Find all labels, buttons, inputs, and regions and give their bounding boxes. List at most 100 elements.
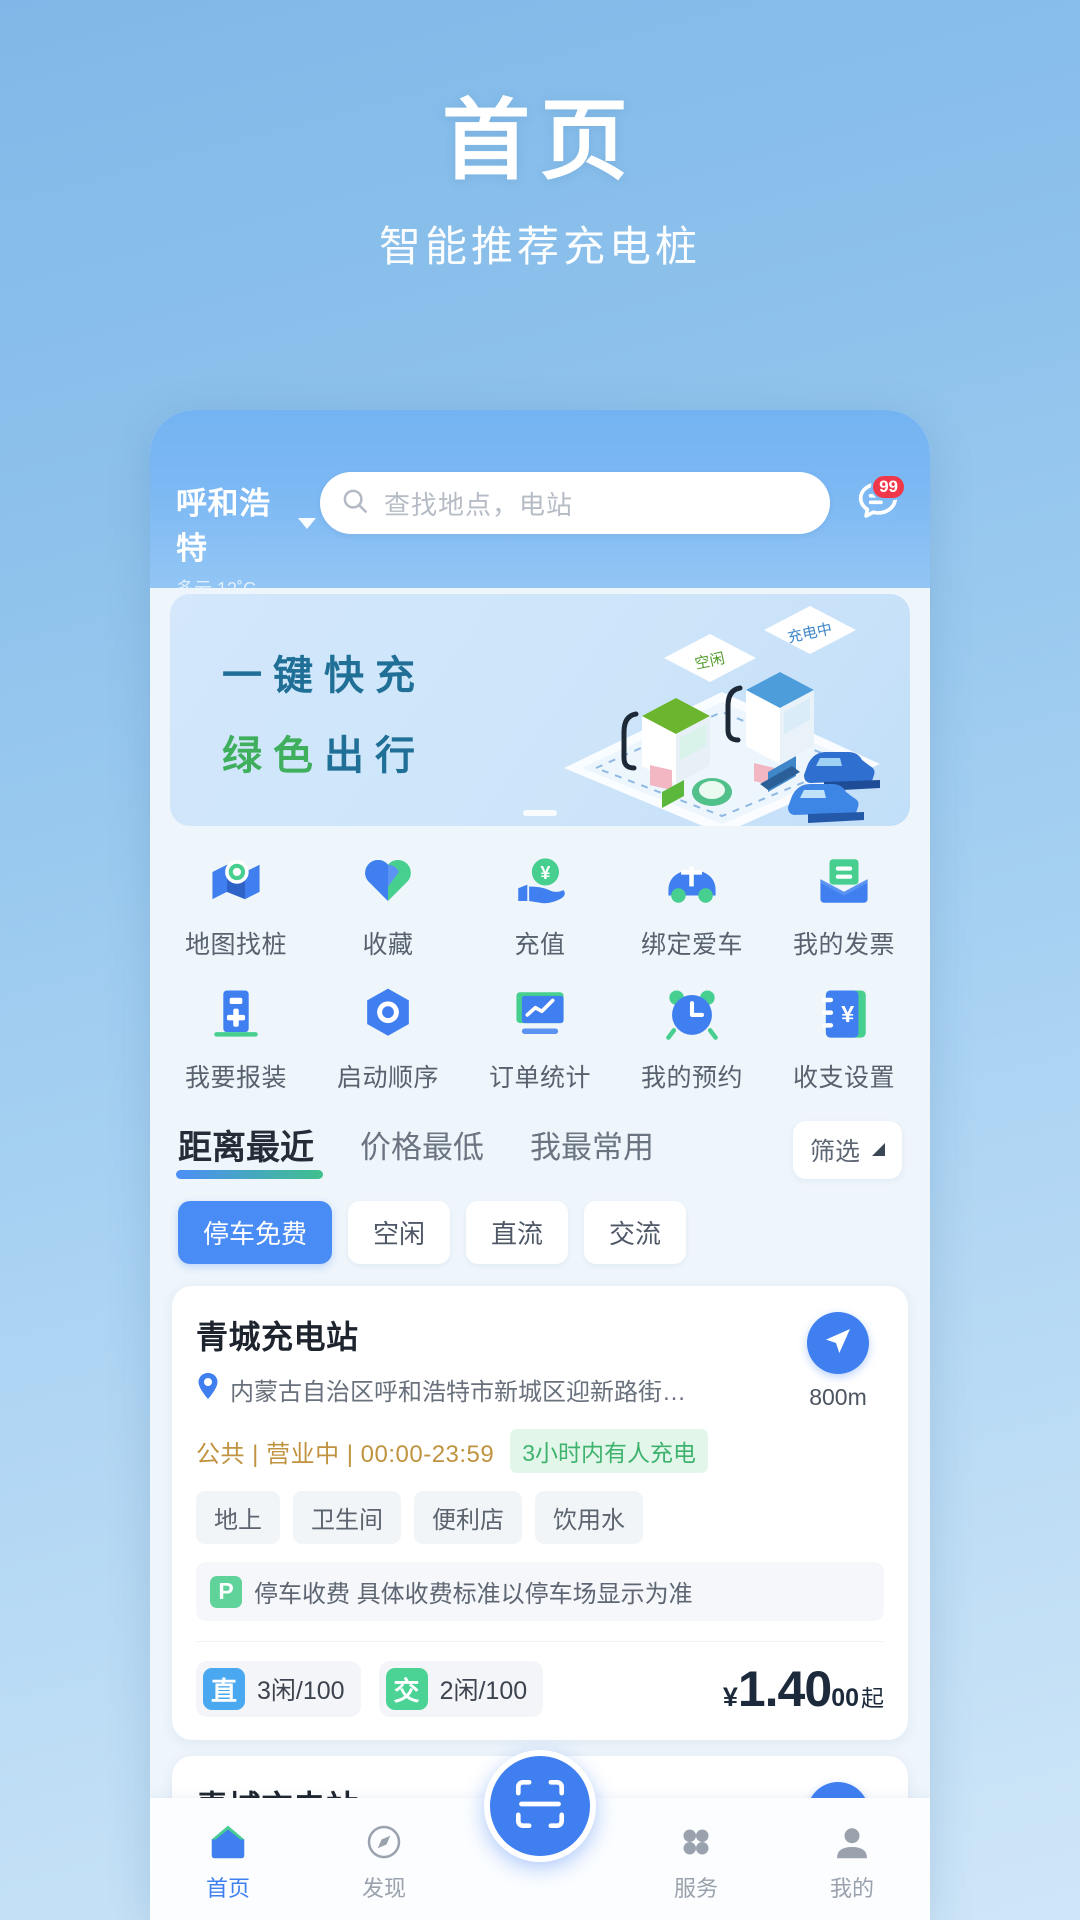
station-amenity-tags: 地上 卫生间 便利店 饮用水 [196, 1491, 884, 1544]
tab-cheapest[interactable]: 价格最低 [360, 1122, 484, 1177]
quick-action-label: 我的预约 [640, 1064, 743, 1092]
quick-action-my-reservation[interactable]: 我的预约 [616, 975, 768, 1098]
price-decimals: 00 [831, 1684, 859, 1712]
price-value: 1.40 [737, 1661, 832, 1717]
compass-icon [364, 1820, 404, 1864]
amenity-tag: 饮用水 [535, 1491, 643, 1544]
city-name: 呼和浩特 [176, 486, 271, 566]
map-pin-icon [205, 850, 267, 912]
hero-line-1: 一键快充 [222, 654, 426, 698]
recent-activity-badge: 3小时内有人充电 [510, 1429, 709, 1473]
parking-icon: P [210, 1575, 242, 1608]
car-icon [661, 850, 723, 912]
chip-idle[interactable]: 空闲 [348, 1201, 451, 1264]
quick-action-favorites[interactable]: 收藏 [312, 842, 464, 965]
hero-text: 一键快充 绿色出行 [222, 656, 426, 776]
ac-count: 2闲/100 [439, 1677, 528, 1705]
phone-mockup: 呼和浩特 多云 12˚C 查找地点，电站 99 一键快充 绿色出行 空闲 充电中… [150, 410, 930, 1920]
ac-connector-info: 交 2闲/100 [378, 1661, 544, 1717]
carousel-indicator[interactable] [523, 810, 557, 816]
tabbar-label: 首页 [205, 1876, 250, 1901]
page-title: 首页 [441, 91, 638, 190]
tabbar-label: 我的 [829, 1876, 874, 1901]
svg-text:¥: ¥ [841, 1001, 854, 1027]
tabbar-item-home[interactable]: 首页 [150, 1820, 306, 1903]
quick-action-label: 我要报装 [184, 1064, 287, 1092]
messages-button[interactable]: 99 [830, 472, 906, 534]
station-card[interactable]: 青城充电站 内蒙古自治区呼和浩特市新城区迎新路街道首府… [172, 1286, 908, 1740]
charging-station-illustration: 空闲 充电中 [564, 606, 880, 826]
hero-line-2-green: 绿色 [222, 734, 324, 778]
quick-action-label: 我的发票 [792, 931, 895, 959]
dc-count: 3闲/100 [257, 1677, 345, 1705]
amenity-tag: 卫生间 [293, 1491, 401, 1544]
quick-action-map-search[interactable]: 地图找桩 [160, 842, 312, 965]
charger-plus-icon [205, 983, 267, 1045]
connector-and-price-row: 直 3闲/100 交 2闲/100 ¥ 1.40 00 起 [196, 1660, 884, 1718]
quick-action-label: 绑定爱车 [640, 931, 743, 959]
quick-action-label: 地图找桩 [184, 931, 287, 959]
envelope-icon [813, 850, 875, 912]
sort-tabs: 距离最近 价格最低 我最常用 筛选 [150, 1120, 930, 1179]
hero-banner[interactable]: 一键快充 绿色出行 空闲 充电中 [170, 594, 910, 826]
station-status-text: 公共 | 营业中 | 00:00-23:59 [196, 1440, 495, 1468]
heart-icon [357, 850, 419, 912]
search-input[interactable]: 查找地点，电站 [320, 472, 830, 534]
filter-button[interactable]: 筛选 [792, 1120, 902, 1179]
quick-action-label: 收藏 [362, 931, 414, 959]
quick-action-label: 充值 [514, 931, 566, 959]
filter-label: 筛选 [809, 1137, 860, 1166]
quick-action-start-sequence[interactable]: 启动顺序 [312, 975, 464, 1098]
triangle-icon [872, 1143, 885, 1156]
tabbar-item-discover[interactable]: 发现 [306, 1820, 462, 1903]
navigate-column[interactable]: 800m [792, 1312, 884, 1411]
tabbar-item-profile[interactable]: 我的 [774, 1820, 930, 1903]
station-address: 内蒙古自治区呼和浩特市新城区迎新路街道首府… [230, 1379, 700, 1406]
promo-header: 首页 智能推荐充电桩 [0, 91, 1080, 274]
amenity-tag: 地上 [196, 1491, 280, 1544]
navigate-button[interactable] [807, 1312, 869, 1374]
price-suffix: 起 [861, 1685, 884, 1711]
hero-line-2-rest: 出行 [324, 734, 426, 778]
search-placeholder: 查找地点，电站 [384, 489, 574, 520]
parking-text: 停车收费 具体收费标准以停车场显示为准 [254, 1581, 693, 1608]
quick-action-invoices[interactable]: 我的发票 [768, 842, 920, 965]
scan-button[interactable] [484, 1750, 596, 1862]
dc-icon: 直 [203, 1668, 245, 1710]
tab-most-used[interactable]: 我最常用 [530, 1122, 654, 1177]
navigation-arrow-icon [822, 1325, 854, 1362]
tabbar-label: 发现 [361, 1876, 406, 1901]
ledger-yuan-icon: ¥ [813, 983, 875, 1045]
quick-action-order-stats[interactable]: 订单统计 [464, 975, 616, 1098]
dc-connector-info: 直 3闲/100 [196, 1661, 361, 1717]
hero-line-2: 绿色出行 [222, 736, 426, 776]
tab-nearest[interactable]: 距离最近 [176, 1120, 323, 1179]
station-address-row: 内蒙古自治区呼和浩特市新城区迎新路街道首府… [196, 1372, 792, 1407]
quick-action-label: 订单统计 [488, 1064, 591, 1092]
quick-action-label: 启动顺序 [336, 1064, 439, 1092]
quick-action-topup[interactable]: ¥ 充值 [464, 842, 616, 965]
hexagon-ring-icon [357, 983, 419, 1045]
chip-dc[interactable]: 直流 [466, 1201, 569, 1264]
station-distance: 800m [809, 1384, 867, 1410]
tabbar-item-services[interactable]: 服务 [618, 1820, 774, 1903]
parking-info-row: P 停车收费 具体收费标准以停车场显示为准 [196, 1562, 884, 1621]
card-divider [196, 1641, 884, 1642]
quick-action-request-install[interactable]: 我要报装 [160, 975, 312, 1098]
location-pin-icon [196, 1372, 220, 1407]
station-price: ¥ 1.40 00 起 [723, 1660, 884, 1718]
chip-free-parking[interactable]: 停车免费 [178, 1201, 333, 1264]
quick-action-bind-car[interactable]: 绑定爱车 [616, 842, 768, 965]
ac-icon: 交 [385, 1668, 428, 1710]
app-header: 呼和浩特 多云 12˚C 查找地点，电站 99 [150, 410, 930, 599]
quick-action-grid: 地图找桩 收藏 ¥ 充值 绑定爱车 我的发票 我要报装 启动顺序 订单统计 我的… [160, 842, 920, 1098]
chip-ac[interactable]: 交流 [584, 1201, 687, 1264]
grid-icon [676, 1820, 716, 1864]
svg-text:¥: ¥ [540, 863, 550, 883]
city-selector[interactable]: 呼和浩特 多云 12˚C [176, 472, 316, 601]
quick-action-budget-settings[interactable]: ¥ 收支设置 [768, 975, 920, 1098]
alarm-clock-icon [661, 983, 723, 1045]
person-icon [832, 1820, 872, 1864]
station-status-row: 公共 | 营业中 | 00:00-23:59 3小时内有人充电 [196, 1429, 884, 1473]
filter-chips: 停车免费 空闲 直流 交流 [150, 1201, 930, 1264]
